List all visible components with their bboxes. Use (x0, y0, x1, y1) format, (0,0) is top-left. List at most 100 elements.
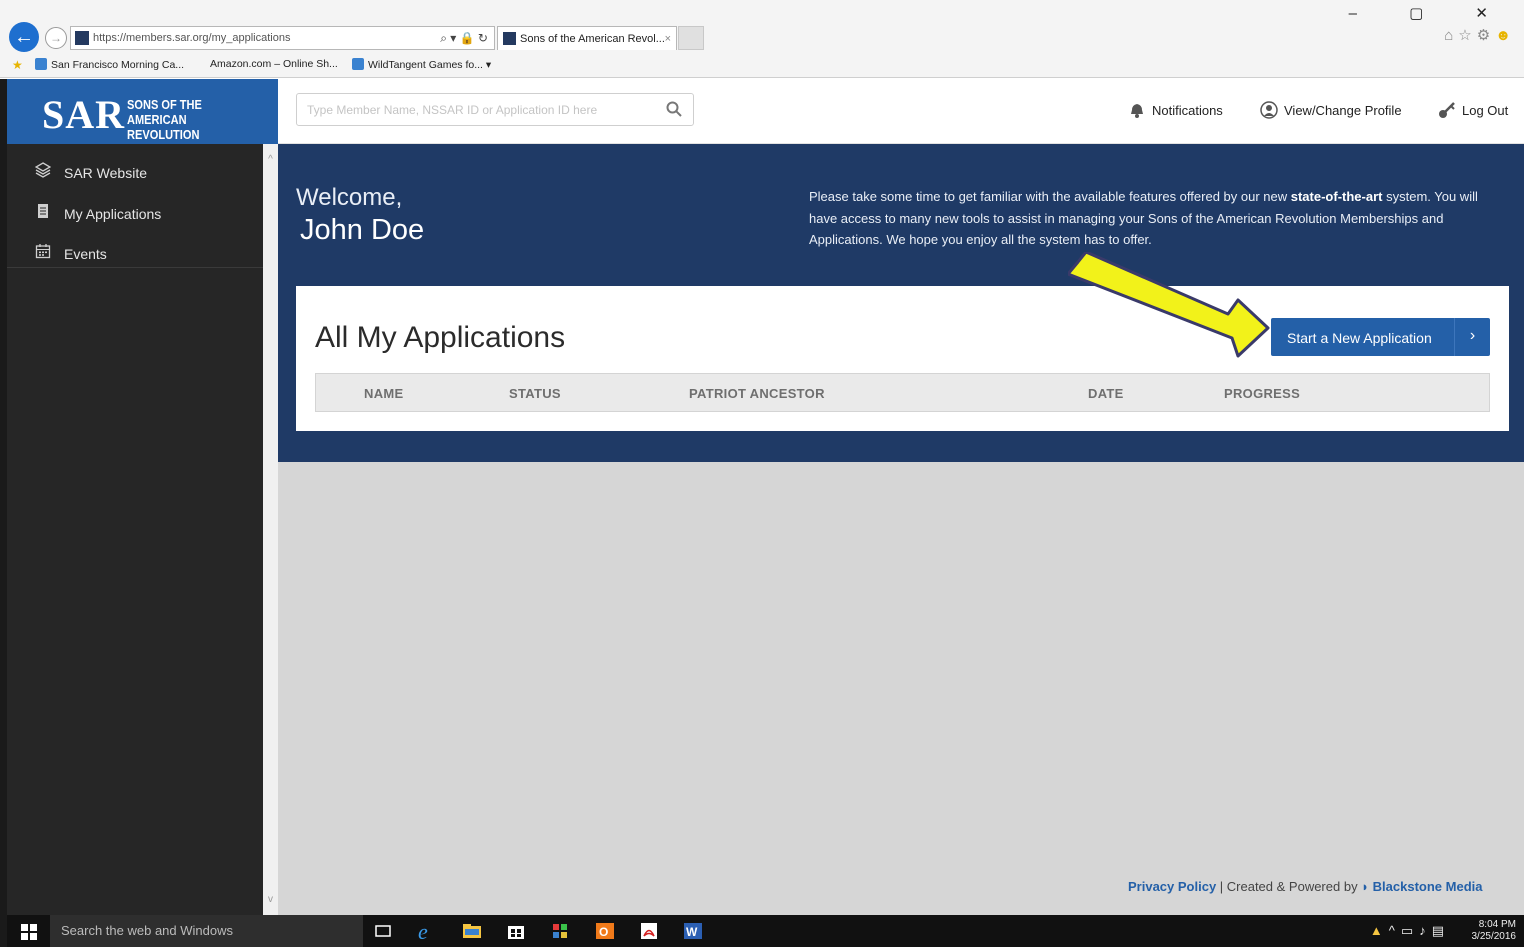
logo-subtitle-line2: AMERICAN REVOLUTION (127, 112, 200, 142)
blackstone-logo-icon: ◗ (1361, 879, 1373, 894)
tab-favicon-icon (503, 32, 516, 45)
ie-page-icon (352, 58, 364, 70)
app-header: Notifications View/Change Profile Log Ou… (278, 79, 1524, 144)
sidebar-divider (7, 267, 263, 268)
key-icon (1439, 102, 1455, 118)
blackstone-media-link[interactable]: Blackstone Media (1373, 879, 1483, 894)
logo-wordmark: SAR (42, 92, 126, 137)
store-icon[interactable] (505, 921, 527, 941)
start-new-application-label: Start a New Application (1287, 330, 1432, 346)
chevron-right-icon: › (1454, 318, 1490, 356)
member-search-input[interactable] (307, 101, 647, 119)
welcome-description: Please take some time to get familiar wi… (809, 189, 1478, 247)
chevron-up-icon[interactable]: ^ (1389, 923, 1401, 938)
tray-icons[interactable]: ▲^▭♪▤ (1370, 923, 1450, 939)
sidebar-item-label: My Applications (64, 206, 162, 222)
browser-toolbar-icons[interactable]: ⌂☆⚙☻ (1444, 26, 1516, 44)
column-header-name[interactable]: NAME (364, 386, 403, 401)
start-new-application-button[interactable]: Start a New Application › (1271, 318, 1490, 356)
column-header-date[interactable]: DATE (1088, 386, 1124, 401)
footer-credit-text: | Created & Powered by (1216, 879, 1362, 894)
tab-title: Sons of the American Revol... (520, 33, 665, 45)
notifications-link[interactable]: Notifications (1128, 101, 1223, 119)
search-icon[interactable] (665, 100, 683, 118)
applications-title: All My Applications (315, 321, 566, 354)
sidebar-scrollbar[interactable]: ^ v (263, 144, 278, 915)
logout-label: Log Out (1462, 103, 1509, 118)
address-bar[interactable]: https://members.sar.org/my_applications … (70, 26, 495, 50)
logout-link[interactable]: Log Out (1438, 101, 1508, 119)
settings-gear-icon[interactable]: ⚙ (1477, 27, 1495, 44)
document-icon (35, 203, 51, 219)
volume-icon[interactable]: ♪ (1419, 923, 1432, 938)
site-favicon-icon (75, 31, 89, 45)
taskbar-search-input[interactable]: Search the web and Windows (50, 915, 363, 947)
layers-icon (34, 162, 52, 178)
task-view-icon[interactable] (372, 921, 394, 941)
warning-icon[interactable]: ▲ (1370, 923, 1389, 938)
game-app-icon[interactable] (550, 921, 572, 941)
logo-subtitle-line1: SONS OF THE (127, 97, 202, 112)
user-circle-icon (1260, 101, 1278, 119)
sidebar-item-my-applications[interactable]: My Applications (7, 193, 263, 231)
favorites-bar: ★ San Francisco Morning Ca... Amazon.com… (0, 54, 1524, 76)
notifications-label: Notifications (1152, 103, 1223, 118)
annotation-arrow (1068, 252, 1270, 358)
new-tab-button[interactable] (678, 26, 704, 50)
bell-icon (1131, 104, 1143, 118)
internet-explorer-icon[interactable]: e (416, 921, 438, 941)
favorite-link-amazon[interactable]: Amazon.com – Online Sh... (210, 58, 338, 70)
favorites-star-add-icon[interactable]: ★ (12, 58, 23, 72)
word-icon[interactable]: W (682, 921, 704, 941)
favorites-star-icon[interactable]: ☆ (1458, 27, 1476, 44)
browser-chrome: ← → https://members.sar.org/my_applicati… (0, 0, 1524, 78)
welcome-user-name: John Doe (300, 214, 425, 246)
scroll-up-icon[interactable]: ^ (263, 154, 278, 165)
scroll-down-icon[interactable]: v (263, 894, 278, 905)
sidebar-item-label: SAR Website (64, 165, 147, 181)
outlook-icon[interactable]: O (594, 921, 616, 941)
applications-table-header: NAME STATUS PATRIOT ANCESTOR DATE PROGRE… (315, 373, 1490, 412)
sidebar-item-sar-website[interactable]: SAR Website (7, 152, 263, 190)
svg-text:e: e (418, 921, 428, 941)
calendar-icon (35, 243, 51, 259)
action-center-icon[interactable]: ▤ (1432, 923, 1450, 938)
page-footer: Privacy Policy | Created & Powered by ◗ … (1128, 879, 1482, 894)
sidebar-item-events[interactable]: Events (7, 233, 263, 271)
favorite-link-wildtangent[interactable]: WildTangent Games fo... ▾ (352, 58, 491, 71)
tray-time: 8:04 PM (1478, 919, 1516, 930)
acrobat-icon[interactable] (638, 921, 660, 941)
windows-start-icon[interactable] (21, 924, 37, 940)
profile-label: View/Change Profile (1284, 103, 1402, 118)
feedback-smiley-icon[interactable]: ☻ (1495, 27, 1516, 44)
profile-link[interactable]: View/Change Profile (1260, 101, 1402, 119)
back-button[interactable]: ← (9, 22, 39, 52)
sar-logo[interactable]: SAR SONS OF THE AMERICAN REVOLUTION (7, 79, 278, 144)
welcome-banner: Welcome, John Doe Please take some time … (278, 144, 1524, 462)
network-icon[interactable]: ▭ (1401, 923, 1419, 938)
file-explorer-icon[interactable] (461, 921, 483, 941)
column-header-status[interactable]: STATUS (509, 386, 561, 401)
column-header-patriot-ancestor[interactable]: PATRIOT ANCESTOR (689, 386, 825, 401)
window-controls[interactable]: – ▢ ✕ (1349, 4, 1512, 22)
ie-page-icon (35, 58, 47, 70)
privacy-policy-link[interactable]: Privacy Policy (1128, 879, 1216, 894)
member-search (296, 93, 694, 126)
welcome-greeting: Welcome, (296, 184, 403, 211)
windows-taskbar: Search the web and Windows e O W ▲^▭♪▤ 8… (7, 915, 1524, 947)
home-icon[interactable]: ⌂ (1444, 27, 1458, 44)
browser-tab[interactable]: Sons of the American Revol... × (497, 26, 677, 50)
url-text: https://members.sar.org/my_applications (93, 32, 291, 44)
sidebar-item-label: Events (64, 246, 107, 262)
applications-card: All My Applications Start a New Applicat… (296, 286, 1509, 431)
address-tools[interactable]: ⌕ ▾ 🔒 ↻ (440, 27, 488, 49)
svg-text:O: O (599, 925, 608, 939)
svg-text:W: W (686, 925, 698, 939)
tray-clock[interactable]: 8:04 PM 3/25/2016 (1456, 919, 1517, 943)
favorite-link-sf-morning[interactable]: San Francisco Morning Ca... (35, 58, 184, 71)
forward-button[interactable]: → (45, 27, 67, 49)
tray-date: 3/25/2016 (1471, 931, 1517, 942)
column-header-progress[interactable]: PROGRESS (1224, 386, 1300, 401)
sidebar: SAR Website My Applications Events (7, 144, 263, 915)
tab-close-icon[interactable]: × (665, 27, 671, 51)
